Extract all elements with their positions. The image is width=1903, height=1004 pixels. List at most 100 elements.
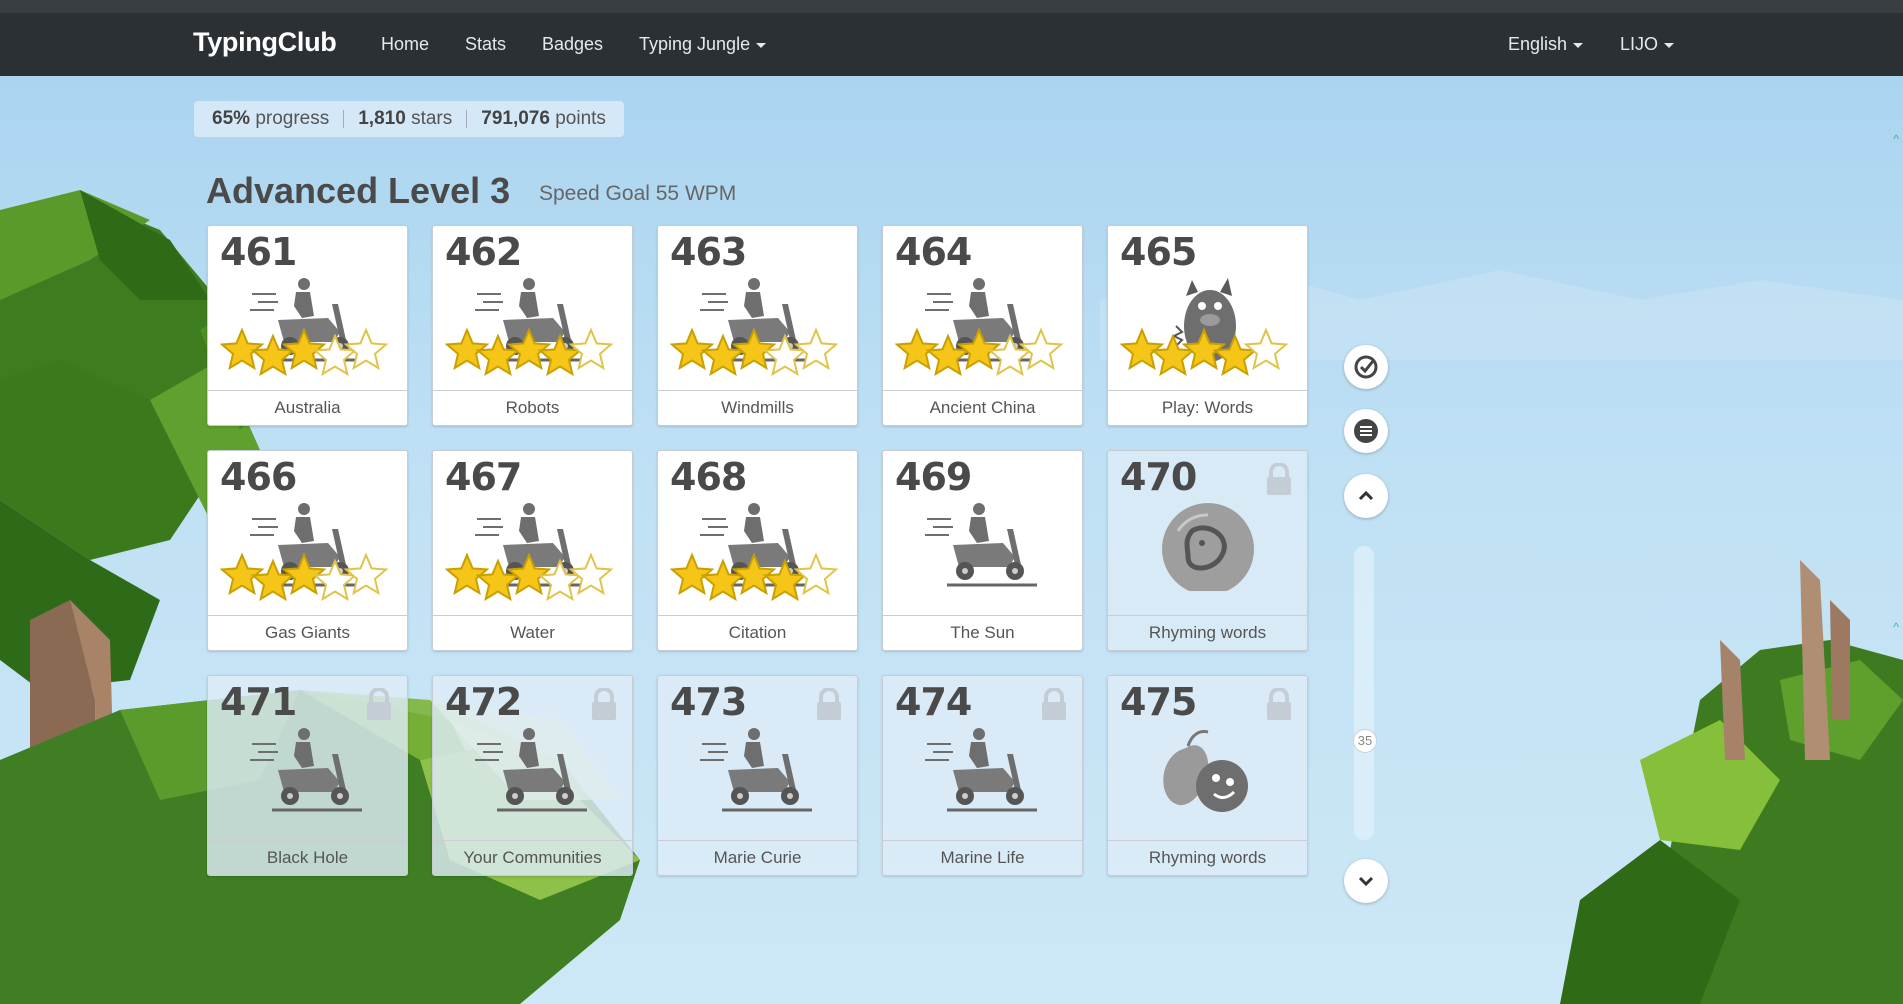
window-top-strip (0, 0, 1903, 13)
star-empty-icon (762, 333, 808, 376)
star-rating (895, 327, 1064, 376)
star-empty-icon (568, 552, 614, 596)
lesson-label: Marine Life (883, 840, 1082, 875)
stars-label: stars (411, 108, 453, 129)
star-filled-icon (537, 333, 583, 376)
star-empty-icon (343, 552, 389, 596)
stats-summary-bar: 65% progress 1,810 stars 791,076 points (194, 101, 624, 137)
star-filled-icon (220, 327, 265, 371)
lesson-label: Gas Giants (208, 615, 407, 650)
lesson-tile[interactable]: 472 Your Communities (432, 675, 633, 876)
star-empty-icon (793, 327, 839, 371)
star-filled-icon (762, 558, 808, 601)
scooter-icon (248, 726, 368, 816)
lesson-number: 462 (445, 230, 522, 274)
star-filled-icon (475, 558, 521, 601)
lesson-label: Rhyming words (1108, 840, 1307, 875)
lesson-tile[interactable]: 469 The Sun (882, 450, 1083, 651)
lesson-number: 474 (895, 680, 972, 724)
lesson-tile[interactable]: 462 Robots (432, 225, 633, 426)
star-filled-icon (475, 333, 521, 376)
nav-typing-jungle-dropdown[interactable]: Typing Jungle (639, 34, 767, 55)
level-scroll-track[interactable] (1354, 546, 1374, 840)
star-empty-icon (312, 333, 358, 376)
lesson-tile[interactable]: 465 Play: Words (1107, 225, 1308, 426)
star-filled-icon (670, 552, 715, 596)
level-scroll-knob[interactable]: 35 (1353, 729, 1377, 753)
star-filled-icon (281, 327, 327, 371)
nav-badges[interactable]: Badges (542, 34, 603, 55)
language-label: English (1508, 34, 1568, 54)
star-filled-icon (700, 558, 746, 601)
star-empty-icon (312, 558, 358, 601)
apple-game-icon (1148, 726, 1268, 816)
star-rating (220, 552, 389, 601)
user-menu-dropdown[interactable]: LIJO (1620, 34, 1675, 55)
scroll-down-button[interactable] (1344, 859, 1388, 903)
scroll-up-button[interactable] (1344, 474, 1388, 518)
lesson-number: 465 (1120, 230, 1197, 274)
star-filled-icon (445, 552, 490, 596)
checklist-button[interactable] (1344, 345, 1388, 389)
star-filled-icon (1150, 333, 1196, 376)
edge-caret-icon: ^ (1893, 620, 1899, 634)
nav-stats[interactable]: Stats (465, 34, 506, 55)
lesson-number: 470 (1120, 455, 1197, 499)
star-filled-icon (700, 333, 746, 376)
lesson-label: Australia (208, 390, 407, 425)
lesson-number: 466 (220, 455, 297, 499)
lesson-tile[interactable]: 466 Gas Giants (207, 450, 408, 651)
divider (343, 110, 345, 128)
lesson-number: 469 (895, 455, 972, 499)
scooter-icon (473, 726, 593, 816)
scooter-icon (698, 726, 818, 816)
star-filled-icon (731, 327, 777, 371)
star-rating (445, 552, 614, 601)
stars-value: 1,810 (358, 108, 406, 129)
chevron-down-icon (1664, 42, 1675, 48)
star-empty-icon (1018, 327, 1064, 371)
lock-icon (1265, 462, 1293, 497)
star-filled-icon (925, 333, 971, 376)
lesson-tile[interactable]: 464 Ancient China (882, 225, 1083, 426)
points-label: points (555, 108, 606, 129)
scooter-icon (923, 501, 1043, 591)
progress-value: 65% (212, 108, 251, 129)
star-filled-icon (1212, 333, 1258, 376)
lesson-label: Water (433, 615, 632, 650)
star-empty-icon (987, 333, 1033, 376)
chevron-down-icon (1573, 42, 1584, 48)
lesson-tile[interactable]: 461 Australia (207, 225, 408, 426)
star-filled-icon (250, 333, 296, 376)
brand-logo[interactable]: TypingClub (193, 27, 337, 58)
lesson-tile[interactable]: 471 Black Hole (207, 675, 408, 876)
lesson-tile[interactable]: 474 Marine Life (882, 675, 1083, 876)
lesson-tile[interactable]: 470 Rhyming words (1107, 450, 1308, 651)
lesson-label: Robots (433, 390, 632, 425)
star-filled-icon (731, 552, 777, 596)
lock-icon (365, 687, 393, 722)
edge-caret-icon: ^ (1893, 132, 1899, 146)
lesson-number: 461 (220, 230, 297, 274)
lesson-tile[interactable]: 468 Citation (657, 450, 858, 651)
star-filled-icon (506, 327, 552, 371)
star-filled-icon (220, 552, 265, 596)
star-empty-icon (343, 327, 389, 371)
nav-home[interactable]: Home (381, 34, 429, 55)
star-rating (670, 552, 839, 601)
check-circle-icon (1354, 355, 1378, 379)
lesson-tile[interactable]: 475 Rhyming words (1107, 675, 1308, 876)
star-filled-icon (281, 552, 327, 596)
star-filled-icon (250, 558, 296, 601)
lesson-tile[interactable]: 463 Windmills (657, 225, 858, 426)
star-rating (220, 327, 389, 376)
star-filled-icon (506, 552, 552, 596)
lesson-tile[interactable]: 467 Water (432, 450, 633, 651)
star-filled-icon (670, 327, 715, 371)
lesson-number: 471 (220, 680, 297, 724)
menu-button[interactable] (1344, 409, 1388, 453)
chevron-down-icon (1358, 876, 1374, 887)
lesson-tile[interactable]: 473 Marie Curie (657, 675, 858, 876)
language-dropdown[interactable]: English (1508, 34, 1584, 55)
chevron-up-icon (1358, 490, 1374, 501)
